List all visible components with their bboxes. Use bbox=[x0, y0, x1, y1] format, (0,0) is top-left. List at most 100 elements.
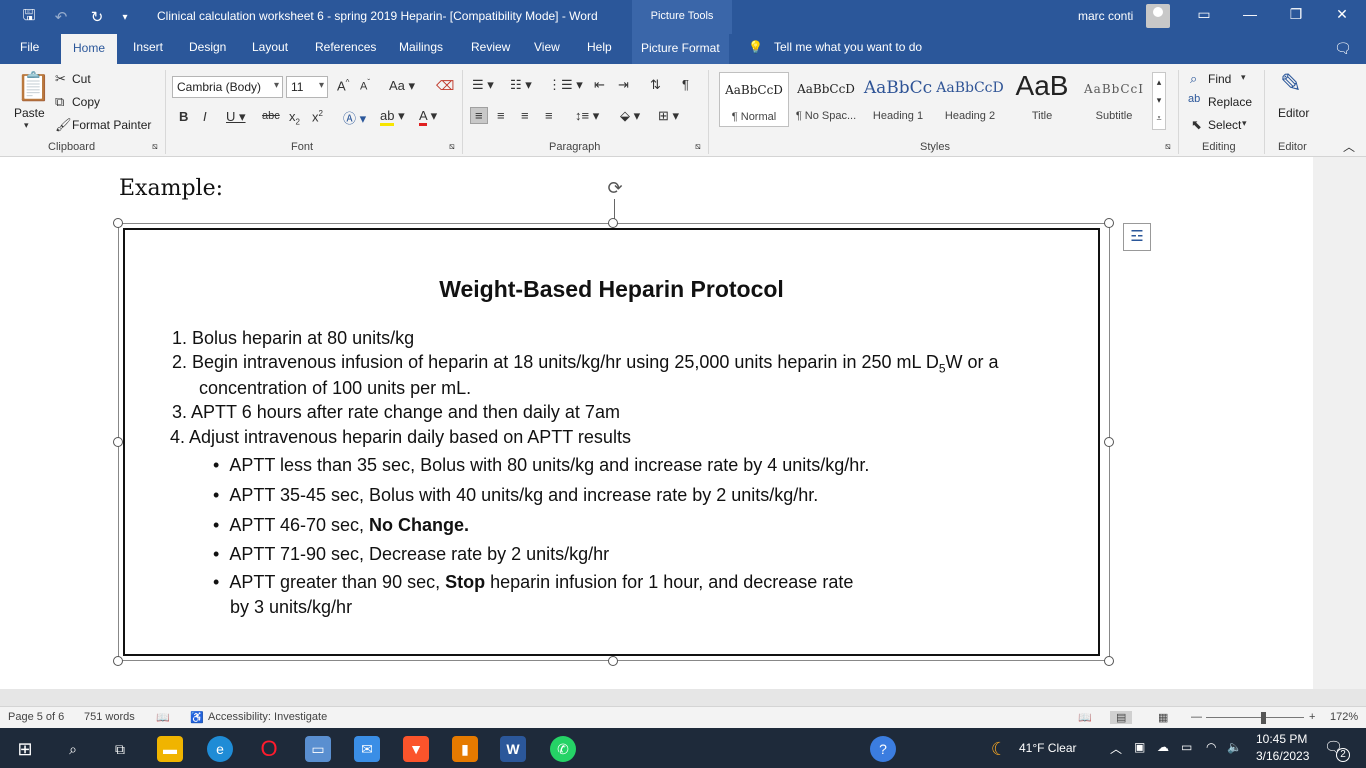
file-explorer-icon[interactable]: ▬ bbox=[157, 736, 183, 762]
font-color-icon[interactable]: A ▾ bbox=[419, 108, 437, 126]
bullets-icon[interactable]: ☰ ▾ bbox=[472, 77, 494, 93]
select-dropdown-icon[interactable]: ▾ bbox=[1242, 118, 1247, 129]
proofing-icon[interactable]: 📖 bbox=[156, 711, 170, 724]
edge-browser-icon[interactable]: e bbox=[207, 736, 233, 762]
zoom-level[interactable]: 172% bbox=[1330, 711, 1358, 723]
minimize-icon[interactable]: — bbox=[1240, 6, 1260, 26]
wifi-icon[interactable]: ◠ bbox=[1206, 740, 1216, 754]
align-center-icon[interactable]: ≡ bbox=[497, 108, 505, 123]
mail-icon[interactable]: ✉ bbox=[354, 736, 380, 762]
tab-review[interactable]: Review bbox=[471, 40, 510, 54]
italic-icon[interactable]: I bbox=[203, 109, 207, 124]
page-count[interactable]: Page 5 of 6 bbox=[8, 711, 64, 723]
accessibility-icon[interactable]: ♿ bbox=[190, 711, 204, 724]
highlight-icon[interactable]: ab ▾ bbox=[380, 108, 405, 126]
zoom-slider[interactable] bbox=[1206, 717, 1304, 718]
font-name-select[interactable]: Cambria (Body) bbox=[172, 76, 283, 98]
select-button[interactable]: Select bbox=[1208, 118, 1241, 132]
font-size-select[interactable]: 11 bbox=[286, 76, 328, 98]
resize-handle-w[interactable] bbox=[113, 437, 123, 447]
justify-icon[interactable]: ≡ bbox=[545, 108, 553, 123]
tab-mailings[interactable]: Mailings bbox=[399, 40, 443, 54]
style-no-spacing[interactable]: AaBbCcD ¶ No Spac... bbox=[791, 72, 861, 127]
show-hidden-icons[interactable]: ︿ bbox=[1110, 740, 1122, 757]
find-button[interactable]: Find bbox=[1208, 72, 1231, 86]
vertical-scrollbar[interactable] bbox=[1313, 157, 1366, 689]
collapse-ribbon-icon[interactable]: ︿ bbox=[1343, 138, 1355, 155]
ribbon-display-icon[interactable]: ▭ bbox=[1194, 6, 1214, 26]
paste-button[interactable]: Paste bbox=[14, 106, 45, 120]
find-dropdown-icon[interactable]: ▾ bbox=[1241, 72, 1246, 83]
cut-icon[interactable]: ✂ bbox=[55, 71, 66, 87]
task-view-icon[interactable]: ⧉ bbox=[107, 736, 133, 762]
copy-button[interactable]: Copy bbox=[72, 95, 100, 109]
whatsapp-icon[interactable]: ✆ bbox=[550, 736, 576, 762]
save-icon[interactable]: 🖫 bbox=[18, 6, 40, 28]
restore-icon[interactable]: ❐ bbox=[1286, 6, 1306, 26]
copy-icon[interactable]: ⧉ bbox=[55, 94, 64, 110]
format-painter-button[interactable]: Format Painter bbox=[72, 118, 151, 132]
style-heading-2[interactable]: AaBbCcD Heading 2 bbox=[935, 72, 1005, 127]
show-formatting-icon[interactable]: ¶ bbox=[682, 77, 689, 92]
help-icon[interactable]: ? bbox=[870, 736, 896, 762]
meet-now-icon[interactable]: ▣ bbox=[1134, 740, 1145, 754]
multilevel-list-icon[interactable]: ⋮☰ ▾ bbox=[548, 77, 583, 93]
tab-insert[interactable]: Insert bbox=[133, 40, 163, 54]
paragraph-launcher-icon[interactable]: ⧅ bbox=[695, 141, 701, 152]
word-app-icon[interactable]: W bbox=[500, 736, 526, 762]
web-layout-icon[interactable]: ▦ bbox=[1158, 711, 1168, 724]
line-spacing-icon[interactable]: ↕≡ ▾ bbox=[575, 108, 599, 124]
pc-icon[interactable]: ▭ bbox=[305, 736, 331, 762]
qat-customize-icon[interactable]: ▾ bbox=[114, 6, 136, 28]
clear-formatting-icon[interactable]: ⌫ bbox=[436, 78, 454, 94]
shading-icon[interactable]: ⬙ ▾ bbox=[620, 108, 640, 124]
text-effects-icon[interactable]: Ⓐ ▾ bbox=[343, 108, 366, 127]
shrink-font-icon[interactable]: Aˇ bbox=[360, 78, 370, 93]
volume-icon[interactable]: 🔈 bbox=[1227, 740, 1242, 754]
decrease-indent-icon[interactable]: ⇤ bbox=[594, 77, 605, 93]
underline-icon[interactable]: U ▾ bbox=[226, 109, 246, 125]
comments-icon[interactable]: 🗨 bbox=[1334, 40, 1352, 57]
find-icon[interactable]: ⌕ bbox=[1190, 71, 1197, 87]
change-case-icon[interactable]: Aa ▾ bbox=[389, 78, 415, 94]
print-layout-icon[interactable]: ▤ bbox=[1110, 711, 1133, 724]
cut-button[interactable]: Cut bbox=[72, 72, 91, 86]
zoom-slider-thumb[interactable] bbox=[1261, 712, 1266, 724]
format-painter-icon[interactable]: 🖌 bbox=[55, 117, 72, 133]
bold-icon[interactable]: B bbox=[179, 109, 188, 124]
zoom-in-icon[interactable]: + bbox=[1309, 711, 1315, 723]
battery-icon[interactable]: ▭ bbox=[1181, 740, 1192, 754]
zoom-out-icon[interactable]: — bbox=[1191, 711, 1202, 723]
avatar[interactable] bbox=[1146, 4, 1170, 28]
styles-scroll-icon[interactable]: ▴ ▾ ⩡ bbox=[1152, 72, 1166, 130]
grow-font-icon[interactable]: A^ bbox=[337, 78, 349, 93]
style-title[interactable]: AaB Title bbox=[1007, 70, 1077, 127]
resize-handle-sw[interactable] bbox=[113, 656, 123, 666]
resize-handle-nw[interactable] bbox=[113, 218, 123, 228]
protocol-image[interactable]: Weight-Based Heparin Protocol 1. Bolus h… bbox=[123, 228, 1100, 656]
onedrive-icon[interactable]: ☁ bbox=[1157, 740, 1169, 754]
strikethrough-icon[interactable]: abc bbox=[262, 110, 280, 122]
tab-file[interactable]: File bbox=[20, 40, 39, 54]
document-page[interactable]: Example: ⟳ ☲ Weight-Based Heparin Protoc… bbox=[0, 157, 1313, 689]
tell-me-search[interactable]: Tell me what you want to do bbox=[774, 40, 922, 54]
resize-handle-ne[interactable] bbox=[1104, 218, 1114, 228]
align-left-icon[interactable]: ≡ bbox=[470, 107, 488, 124]
word-count[interactable]: 751 words bbox=[84, 711, 135, 723]
office-app-icon[interactable]: ▮ bbox=[452, 736, 478, 762]
undo-icon[interactable]: ↶ bbox=[50, 6, 72, 28]
sort-icon[interactable]: ⇅ bbox=[650, 77, 661, 93]
tab-design[interactable]: Design bbox=[189, 40, 226, 54]
accessibility-status[interactable]: Accessibility: Investigate bbox=[208, 711, 327, 723]
editor-icon[interactable]: ✎ bbox=[1280, 68, 1302, 99]
clipboard-launcher-icon[interactable]: ⧅ bbox=[152, 141, 158, 152]
resize-handle-e[interactable] bbox=[1104, 437, 1114, 447]
replace-icon[interactable]: ab bbox=[1188, 93, 1200, 105]
layout-options-icon[interactable]: ☲ bbox=[1123, 223, 1151, 251]
clock-time[interactable]: 10:45 PM bbox=[1256, 732, 1307, 746]
superscript-icon[interactable]: x2 bbox=[312, 109, 323, 124]
style-subtitle[interactable]: AaBbCcI Subtitle bbox=[1079, 72, 1149, 127]
style-heading-1[interactable]: AaBbCc Heading 1 bbox=[863, 72, 933, 127]
weather-status[interactable]: 41°F Clear bbox=[1019, 741, 1077, 755]
font-launcher-icon[interactable]: ⧅ bbox=[449, 141, 455, 152]
